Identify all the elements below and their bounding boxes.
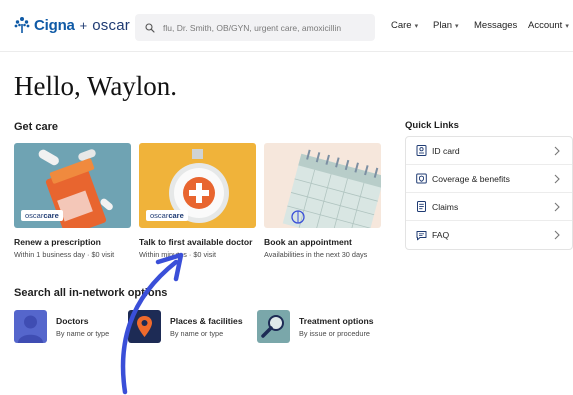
quick-link-label: FAQ (432, 230, 450, 240)
search-input[interactable] (163, 22, 368, 33)
document-icon (417, 201, 426, 212)
oscar-wordmark: oscar (92, 16, 130, 34)
nav-account-label: Account (528, 20, 563, 31)
page-greeting: Hello, Waylon. (14, 71, 178, 101)
quick-link-claims[interactable]: Claims (406, 193, 572, 221)
cigna-tree-icon (14, 17, 30, 33)
logo-plus: + (79, 17, 88, 33)
option-title-doctors[interactable]: Doctors (56, 316, 88, 326)
renew-prescription-card[interactable]: oscarcare (14, 143, 131, 228)
card-title-appointment[interactable]: Book an appointment (264, 237, 352, 247)
option-subtitle-doctors: By name or type (56, 329, 110, 338)
nav-account[interactable]: Account ▾ (528, 20, 569, 31)
search-options-heading: Search all in-network options (14, 287, 168, 299)
option-title-treatment[interactable]: Treatment options (299, 316, 374, 326)
book-appointment-card[interactable] (264, 143, 381, 228)
cigna-wordmark: Cigna (34, 16, 75, 34)
nav-messages-label: Messages (474, 20, 518, 31)
quick-link-label: ID card (432, 145, 460, 156)
quick-links-panel: ID card Coverage & benefits Claims FAQ (405, 136, 573, 250)
magnifier-icon[interactable] (257, 310, 290, 343)
doctors-icon[interactable] (14, 310, 47, 343)
chat-bubble-icon (416, 230, 427, 240)
cigna-oscar-logo[interactable]: Cigna + oscar (14, 16, 130, 34)
id-card-icon (416, 145, 427, 156)
chevron-down-icon: ▾ (455, 22, 459, 30)
talk-to-doctor-card[interactable]: oscarcare (139, 143, 256, 228)
quick-link-faq[interactable]: FAQ (406, 221, 572, 249)
option-title-places[interactable]: Places & facilities (170, 316, 243, 326)
card-subtitle-appointment: Availabilities in the next 30 days (264, 250, 368, 259)
card-title-doctor[interactable]: Talk to first available doctor (139, 237, 253, 247)
nav-care[interactable]: Care ▾ (391, 20, 418, 31)
card-subtitle-prescription: Within 1 business day · $0 visit (14, 250, 115, 259)
search-icon (145, 22, 155, 33)
oscar-care-badge: oscarcare (21, 210, 63, 221)
nav-plan-label: Plan (433, 20, 453, 31)
quick-link-label: Claims (432, 201, 459, 212)
nav-care-label: Care (391, 20, 412, 31)
chevron-right-icon (554, 202, 560, 211)
chevron-right-icon (554, 174, 560, 183)
quick-link-label: Coverage & benefits (432, 173, 510, 184)
card-subtitle-doctor: Within minutes · $0 visit (139, 250, 217, 259)
chevron-right-icon (554, 230, 560, 240)
nav-messages[interactable]: Messages (474, 20, 517, 31)
quick-link-coverage[interactable]: Coverage & benefits (406, 165, 572, 193)
option-subtitle-treatment: By issue or procedure (299, 329, 370, 338)
oscar-care-badge: oscarcare (146, 210, 188, 221)
shield-icon (416, 173, 427, 184)
nav-plan[interactable]: Plan ▾ (433, 20, 459, 31)
top-header: Cigna + oscar Care ▾ Plan ▾ Messages Acc… (0, 0, 573, 52)
calendar-illustration (264, 143, 381, 228)
search-bar[interactable] (135, 14, 375, 41)
chevron-right-icon (554, 146, 560, 155)
card-title-prescription[interactable]: Renew a prescription (14, 237, 101, 247)
quick-links-heading: Quick Links (405, 120, 459, 131)
get-care-heading: Get care (14, 121, 59, 133)
quick-link-id-card[interactable]: ID card (406, 137, 572, 165)
option-subtitle-places: By name or type (170, 329, 224, 338)
location-pin-icon[interactable] (128, 310, 161, 343)
chevron-down-icon: ▾ (414, 22, 419, 30)
chevron-down-icon: ▾ (565, 22, 569, 30)
